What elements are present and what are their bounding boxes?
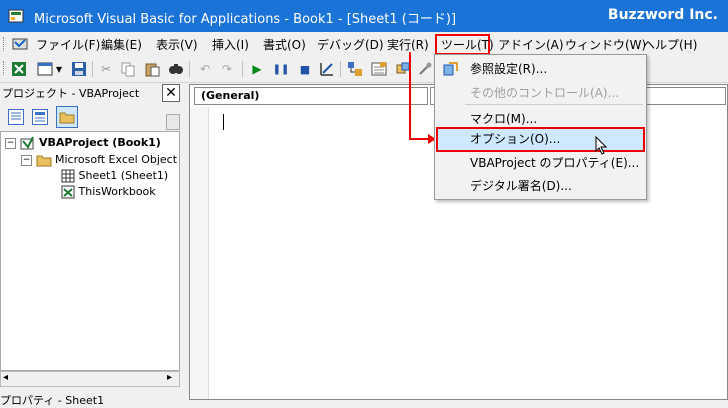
break-icon[interactable]: ❚❚ — [272, 60, 290, 78]
collapse-icon[interactable]: − — [5, 137, 16, 149]
tree-row-folder[interactable]: − Microsoft Excel Object — [21, 152, 177, 168]
close-icon[interactable]: ✕ — [162, 84, 180, 102]
tree-folder-label: Microsoft Excel Object — [55, 153, 178, 166]
vba-app-icon — [8, 9, 24, 23]
project-pane-toolbar — [0, 104, 182, 130]
toolbar-grip[interactable] — [3, 61, 7, 75]
project-tree: − VBAProject (Book1) − Microsoft Excel O… — [0, 131, 180, 371]
menu-view[interactable]: 表示(V) — [156, 36, 198, 52]
menu-tools[interactable]: ツール(T) — [441, 36, 494, 52]
menu-item-label: 参照設定(R)... — [470, 62, 548, 76]
window-title: Microsoft Visual Basic for Applications … — [34, 12, 457, 27]
tree-workbook-label: ThisWorkbook — [78, 185, 156, 198]
menu-item-options[interactable]: オプション(O)... — [436, 127, 645, 152]
collapse-icon[interactable]: − — [21, 154, 32, 166]
references-icon — [443, 62, 458, 76]
scroll-left-icon[interactable]: ◂ — [3, 372, 8, 383]
reset-icon[interactable]: ■ — [296, 60, 314, 78]
run-icon[interactable]: ▶ — [248, 60, 266, 78]
menu-help[interactable]: ヘルプ(H) — [643, 36, 697, 52]
project-pane-header: プロジェクト - VBAProject — [0, 84, 182, 102]
menu-window[interactable]: ウィンドウ(W) — [565, 36, 646, 52]
vba-project-icon — [20, 136, 34, 150]
design-mode-icon[interactable] — [318, 60, 336, 78]
toolbar-separator — [242, 61, 243, 77]
mouse-pointer-icon — [595, 136, 608, 155]
tree-root-label: VBAProject (Book1) — [39, 136, 161, 149]
menu-item-digital-signature[interactable]: デジタル署名(D)... — [435, 174, 646, 198]
tree-row-root[interactable]: − VBAProject (Book1) — [5, 135, 161, 151]
cut-icon[interactable]: ✂ — [97, 60, 115, 78]
menu-item-label: VBAProject のプロパティ(E)... — [470, 156, 640, 170]
menu-debug[interactable]: デバッグ(D) — [317, 36, 384, 52]
menu-separator — [465, 104, 643, 105]
project-explorer-icon[interactable] — [346, 60, 364, 78]
redo-icon[interactable]: ↷ — [218, 60, 236, 78]
folder-icon — [36, 155, 51, 167]
menu-addins[interactable]: アドイン(A) — [498, 36, 564, 52]
project-pane-title: プロジェクト - VBAProject — [2, 87, 140, 100]
toolbar-separator — [92, 61, 93, 77]
tools-menu-dropdown: 参照設定(R)... その他のコントロール(A)... マクロ(M)... オプ… — [434, 54, 647, 200]
view-object-icon[interactable] — [32, 109, 48, 125]
menubar-grip[interactable] — [3, 37, 7, 51]
toolbar-separator — [340, 61, 341, 77]
tree-row-thisworkbook[interactable]: ThisWorkbook — [61, 184, 156, 200]
menu-item-label: オプション(O)... — [470, 132, 561, 146]
brand-label: Buzzword Inc. — [607, 7, 718, 23]
vba-menu-icon[interactable] — [12, 36, 28, 52]
undo-icon[interactable]: ↶ — [196, 60, 214, 78]
insert-userform-icon[interactable] — [36, 60, 54, 78]
tree-sheet-label: Sheet1 (Sheet1) — [78, 169, 169, 182]
dropdown-arrow-icon[interactable]: ▾ — [54, 60, 64, 78]
project-tree-hscrollbar[interactable]: ◂ ▸ — [0, 371, 180, 387]
pane-scroll-button[interactable] — [166, 114, 180, 130]
paste-icon[interactable] — [143, 60, 161, 78]
tree-row-sheet1[interactable]: Sheet1 (Sheet1) — [61, 168, 168, 184]
object-combo[interactable]: (General) — [194, 87, 428, 105]
code-margin-indicator-bar[interactable] — [190, 107, 209, 399]
menu-insert[interactable]: 挿入(I) — [212, 36, 249, 52]
view-code-icon[interactable] — [8, 109, 24, 125]
menu-edit[interactable]: 編集(E) — [101, 36, 142, 52]
menu-item-references[interactable]: 参照設定(R)... — [435, 57, 646, 81]
toolbar-separator — [189, 61, 190, 77]
menu-item-project-properties[interactable]: VBAProject のプロパティ(E)... — [435, 151, 646, 175]
properties-pane-title: プロパティ - Sheet1 — [0, 394, 105, 407]
title-bar: Microsoft Visual Basic for Applications … — [0, 0, 728, 32]
scroll-right-icon[interactable]: ▸ — [167, 372, 172, 383]
menu-item-label: デジタル署名(D)... — [470, 179, 572, 193]
text-caret — [223, 114, 224, 130]
menu-file[interactable]: ファイル(F) — [36, 36, 100, 52]
worksheet-icon — [61, 169, 75, 183]
menu-item-additional-controls: その他のコントロール(A)... — [435, 81, 646, 105]
menu-format[interactable]: 書式(O) — [263, 36, 306, 52]
menu-run[interactable]: 実行(R) — [387, 36, 429, 52]
menu-bar: ファイル(F) 編集(E) 表示(V) 挿入(I) 書式(O) デバッグ(D) … — [0, 32, 728, 56]
properties-window-icon[interactable] — [370, 60, 388, 78]
workbook-icon — [61, 185, 75, 199]
save-icon[interactable] — [70, 60, 88, 78]
toggle-folders-icon[interactable] — [56, 106, 78, 128]
view-excel-icon[interactable] — [10, 60, 28, 78]
find-icon[interactable] — [167, 60, 185, 78]
menu-item-label: その他のコントロール(A)... — [470, 86, 620, 100]
copy-icon[interactable] — [119, 60, 137, 78]
